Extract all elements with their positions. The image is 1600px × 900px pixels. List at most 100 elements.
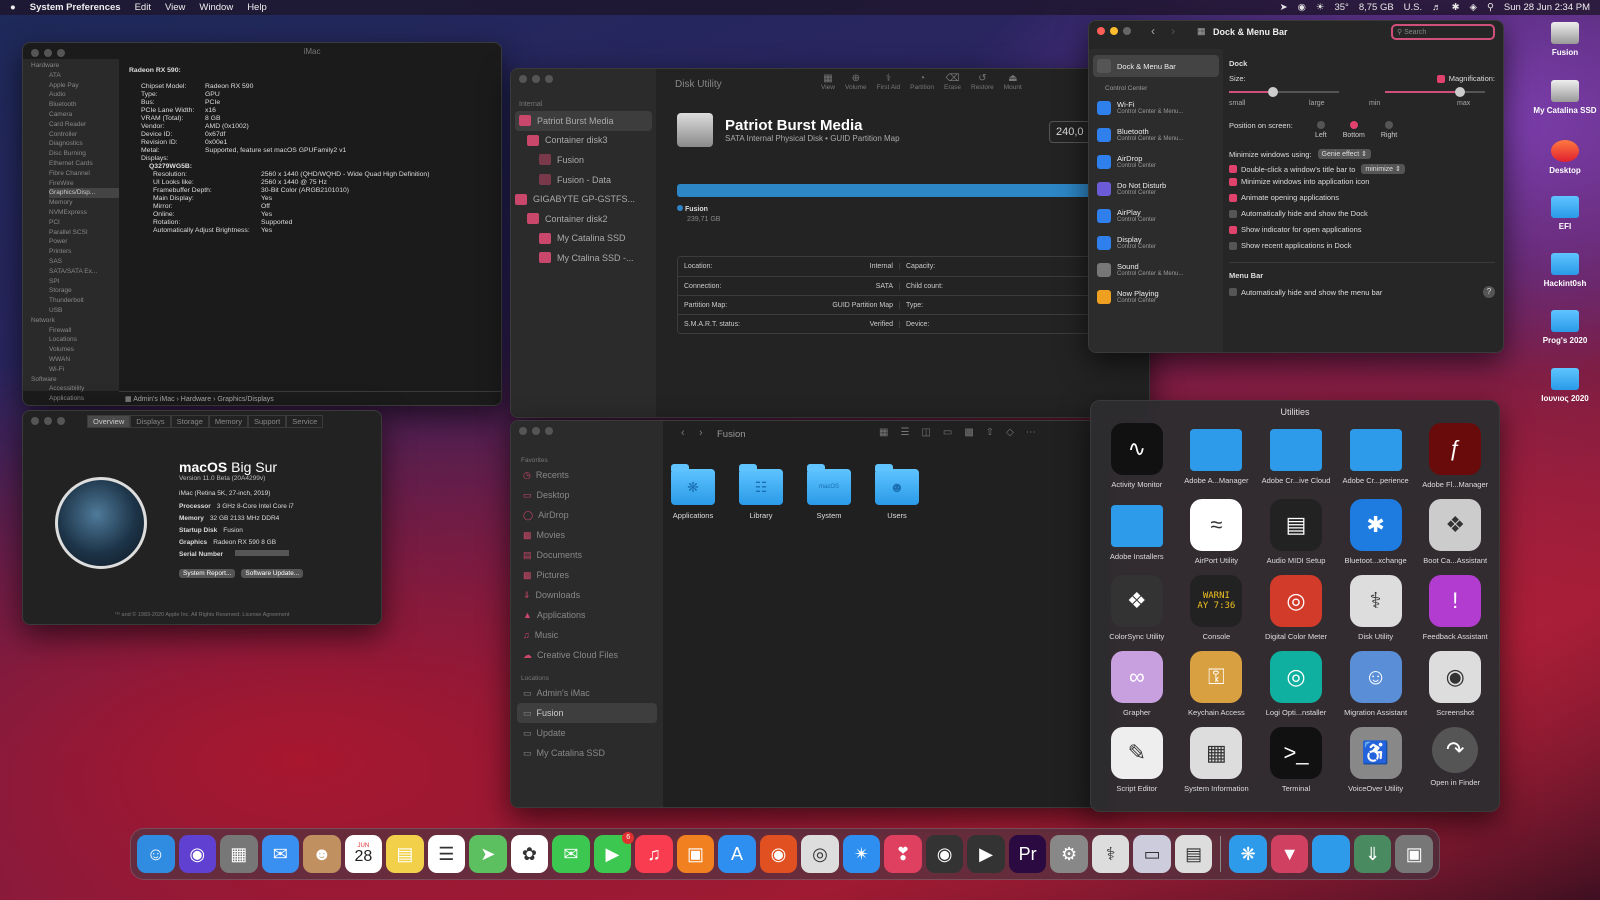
menu-help[interactable]: Help — [247, 2, 267, 13]
menu-window[interactable]: Window — [199, 2, 233, 13]
premiere-icon[interactable]: Pr — [1008, 835, 1047, 873]
sidebar-location[interactable]: ▭ Admin's iMac — [517, 683, 657, 703]
launchpad-icon[interactable]: ▦ — [220, 835, 258, 873]
firefox-icon[interactable]: ◉ — [759, 835, 798, 873]
sidebar-item[interactable]: Audio — [49, 90, 119, 100]
toolbar-erase[interactable]: ⌫ Erase — [944, 73, 961, 91]
sidebar-item[interactable]: Camera — [49, 110, 119, 120]
system-preferences-icon[interactable]: ⚙ — [1050, 835, 1088, 873]
toolbar-view[interactable]: ▦ View — [821, 73, 835, 91]
app-colorsync-utility[interactable]: ❖ ColorSync Utility — [1097, 575, 1177, 641]
dock-option[interactable]: Automatically hide and show the Dock — [1229, 206, 1495, 222]
system-info-icon[interactable]: ▤ — [1174, 835, 1213, 873]
icon-view-icon[interactable]: ▦ — [879, 427, 888, 438]
disk-tree-item[interactable]: GIGABYTE GP-GSTFS... — [511, 189, 656, 209]
size-slider[interactable] — [1229, 87, 1339, 98]
tab-displays[interactable]: Displays — [130, 415, 171, 428]
app-adobe-installers[interactable]: Adobe Installers — [1097, 499, 1177, 565]
sidebar-item[interactable]: PCI — [49, 218, 119, 228]
finder-icon[interactable]: ☺ — [137, 835, 175, 873]
magnification-slider[interactable] — [1385, 87, 1485, 98]
app-logi-opti-nstaller[interactable]: ◎ Logi Opti...nstaller — [1256, 651, 1336, 717]
nav-back-icon[interactable]: ‹ — [681, 427, 685, 439]
music-icon[interactable]: ♫ — [635, 835, 673, 873]
safari-icon[interactable]: ✴ — [842, 835, 881, 873]
sidebar-item[interactable]: Applications — [49, 394, 119, 404]
desktop-icon[interactable]: My Catalina SSD — [1530, 80, 1600, 115]
sidebar-item[interactable]: Bluetooth — [49, 100, 119, 110]
folder-users[interactable]: ☻ Users — [875, 463, 919, 520]
calendar-icon[interactable]: JUN 28 — [344, 835, 383, 873]
sidebar-item[interactable]: SATA/SATA Ex... — [49, 267, 119, 277]
app-screenshot[interactable]: ◉ Screenshot — [1415, 651, 1495, 717]
window-controls[interactable] — [1097, 27, 1131, 35]
back-icon[interactable]: ‹ — [1151, 24, 1155, 38]
dock-option[interactable]: Show recent applications in Dock — [1229, 238, 1495, 254]
group-icon[interactable]: ▩ — [964, 427, 973, 438]
prefs-sidebar-item[interactable]: Display Control Center — [1093, 229, 1219, 256]
sidebar-item[interactable]: SAS — [49, 257, 119, 267]
sidebar-item[interactable]: Disc Burning — [49, 149, 119, 159]
wifi-icon[interactable]: ◈ — [1470, 2, 1477, 13]
locale-indicator[interactable]: U.S. — [1404, 2, 1422, 13]
books-icon[interactable]: ▣ — [676, 835, 715, 873]
option-checkbox[interactable] — [1229, 194, 1237, 203]
sidebar-favorite[interactable]: ▭ Desktop — [523, 485, 618, 505]
forward-icon[interactable]: › — [1171, 24, 1175, 38]
app-adobe-cr-perience[interactable]: Adobe Cr...perience — [1336, 423, 1416, 489]
downloads-icon[interactable]: ⇓ — [1353, 835, 1392, 873]
reminders-icon[interactable]: ☰ — [427, 835, 466, 873]
sidebar-favorite[interactable]: ☁ Creative Cloud Files — [523, 645, 618, 665]
bluetooth-icon[interactable]: ✱ — [1452, 2, 1460, 13]
sidebar-favorite[interactable]: ▩ Pictures — [523, 565, 618, 585]
magnification-slider-knob[interactable] — [1455, 87, 1465, 98]
double-click-popup[interactable]: minimize ⇕ — [1361, 164, 1405, 175]
app-keychain-access[interactable]: ⚿ Keychain Access — [1177, 651, 1257, 717]
tab-support[interactable]: Support — [247, 415, 287, 428]
app-open-in-finder[interactable]: ↷ Open in Finder — [1415, 727, 1495, 793]
position-left-radio[interactable]: Left — [1315, 121, 1327, 139]
app-script-editor[interactable]: ✎ Script Editor — [1097, 727, 1177, 793]
prefs-sidebar-item[interactable]: Do Not Disturb Control Center — [1093, 175, 1219, 202]
app-adobe-a-manager[interactable]: Adobe A...Manager — [1177, 423, 1257, 489]
desktop-icon[interactable]: Ιουνιος 2020 — [1530, 368, 1600, 403]
sidebar-item[interactable]: Firewall — [49, 326, 119, 336]
toolbar-volume[interactable]: ⊕ Volume — [845, 73, 867, 91]
sidebar-item[interactable]: Parallel SCSI — [49, 228, 119, 238]
dock-option[interactable]: Animate opening applications — [1229, 190, 1495, 206]
disk-tree-item[interactable]: Patriot Burst Media — [515, 111, 652, 131]
desktop-icon[interactable]: Fusion — [1530, 22, 1600, 57]
search-icon[interactable]: ⚲ — [1487, 2, 1494, 13]
sidebar-favorite[interactable]: ▤ Documents — [523, 545, 618, 565]
desktop-icon[interactable]: Hackint0sh — [1530, 253, 1600, 288]
apple-icon[interactable]: ● — [10, 2, 16, 13]
sidebar-item[interactable]: WWAN — [49, 355, 119, 365]
prefs-sidebar-item[interactable]: Wi-Fi Control Center & Menu... — [1093, 94, 1219, 121]
preview-icon[interactable]: ▭ — [1133, 835, 1171, 873]
app-voiceover-utility[interactable]: ♿ VoiceOver Utility — [1336, 727, 1416, 793]
status-icon[interactable]: ◉ — [1298, 2, 1306, 13]
disk-tree-item[interactable]: My Catalina SSD — [511, 229, 656, 249]
disk-readout[interactable]: 8,75 GB — [1359, 2, 1394, 13]
sidebar-item[interactable]: Developer — [49, 404, 119, 406]
folder-system[interactable]: macOS System — [807, 463, 851, 520]
window-controls[interactable] — [31, 49, 65, 57]
notes-icon[interactable]: ▤ — [386, 835, 424, 873]
sidebar-location[interactable]: ▭ Update — [517, 723, 657, 743]
sidebar-item[interactable]: USB — [49, 306, 119, 316]
app-bluetoot-xchange[interactable]: ✱ Bluetoot...xchange — [1336, 499, 1416, 565]
applications-folder-icon[interactable]: ❋ — [1229, 835, 1267, 873]
grid-icon[interactable]: ▦ — [1197, 26, 1206, 37]
app-digital-color-meter[interactable]: ◎ Digital Color Meter — [1256, 575, 1336, 641]
contacts-icon[interactable]: ☻ — [303, 835, 341, 873]
folder-applications[interactable]: ❋ Applications — [671, 463, 715, 520]
sidebar-item[interactable]: Apple Pay — [49, 81, 119, 91]
disk-tree-item[interactable]: My Ctalina SSD -... — [511, 248, 656, 268]
sidebar-item[interactable]: Memory — [49, 198, 119, 208]
prefs-sidebar-item[interactable]: AirDrop Control Center — [1093, 148, 1219, 175]
app-audio-midi-setup[interactable]: ▤ Audio MIDI Setup — [1256, 499, 1336, 565]
siri-icon[interactable]: ◉ — [178, 835, 217, 873]
option-checkbox[interactable] — [1229, 210, 1237, 219]
status-icon[interactable]: ➤ — [1280, 2, 1288, 13]
tab-storage[interactable]: Storage — [170, 415, 209, 428]
